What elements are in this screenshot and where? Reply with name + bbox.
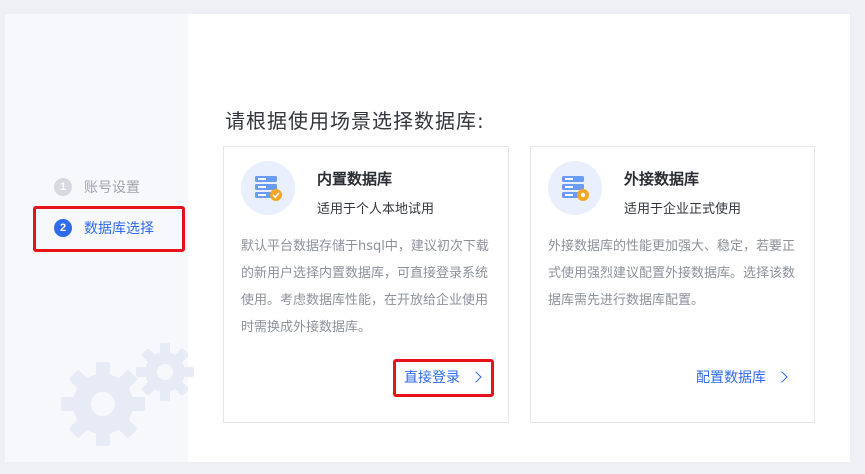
step-sidebar: 1 账号设置 2 数据库选择 <box>5 14 194 462</box>
card-subtitle: 适用于企业正式使用 <box>624 202 742 217</box>
card-description: 外接数据库的性能更加强大、稳定，若要正式使用强烈建议配置外接数据库。选择该数据库… <box>548 239 796 308</box>
card-description: 默认平台数据存储于hsql中，建议初次下载的新用户选择内置数据库，可直接登录系统… <box>241 239 489 335</box>
page-title: 请根据使用场景选择数据库: <box>225 109 485 133</box>
step-label: 数据库选择 <box>84 221 154 237</box>
card-subtitle: 适用于个人本地试用 <box>317 202 435 217</box>
chevron-right-icon <box>470 371 482 383</box>
step-number-badge: 2 <box>54 219 72 237</box>
database-check-icon <box>241 161 295 215</box>
step-database-select[interactable]: 2 数据库选择 <box>54 218 154 238</box>
action-label: 配置数据库 <box>696 370 766 386</box>
card-title: 外接数据库 <box>624 170 700 188</box>
step-number-badge: 1 <box>54 178 72 196</box>
configure-database-link[interactable]: 配置数据库 <box>696 367 788 387</box>
step-label: 账号设置 <box>84 180 140 196</box>
chevron-right-icon <box>776 371 788 383</box>
gears-decoration-icon <box>61 343 194 446</box>
action-label: 直接登录 <box>404 370 460 386</box>
external-database-card[interactable]: 外接数据库 适用于企业正式使用 外接数据库的性能更加强大、稳定，若要正式使用强烈… <box>530 146 815 423</box>
builtin-database-card[interactable]: 内置数据库 适用于个人本地试用 默认平台数据存储于hsql中，建议初次下载的新用… <box>223 146 509 423</box>
direct-login-link[interactable]: 直接登录 <box>404 367 482 387</box>
card-title: 内置数据库 <box>317 170 393 188</box>
database-gear-icon <box>548 161 602 215</box>
setup-window: 1 账号设置 2 数据库选择 请根据使用场景选择数据库: 内置数据库 适用于个人… <box>5 14 850 462</box>
step-account-settings[interactable]: 1 账号设置 <box>54 177 140 197</box>
